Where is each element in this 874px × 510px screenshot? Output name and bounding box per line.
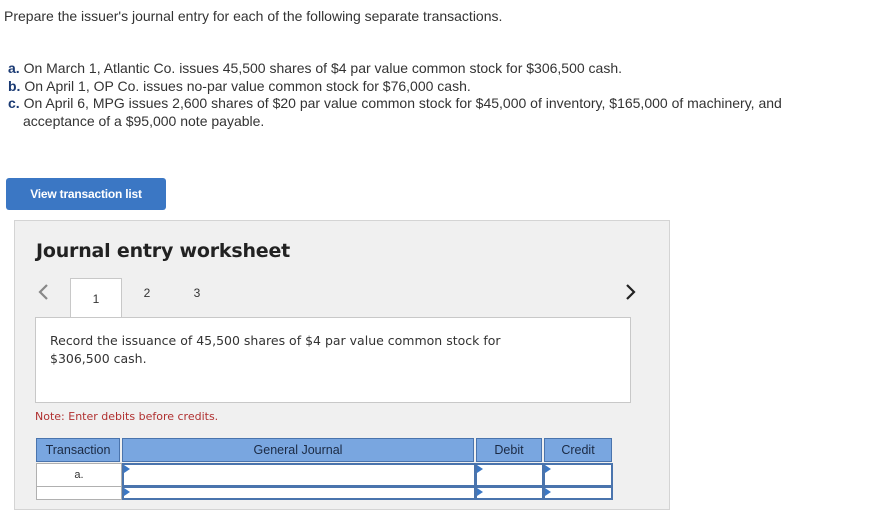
prompt-line: $306,500 cash. xyxy=(50,351,147,366)
column-header-transaction: Transaction xyxy=(36,438,120,462)
transaction-cell xyxy=(36,486,122,500)
credit-input[interactable] xyxy=(543,463,613,487)
input-marker-icon xyxy=(477,465,483,473)
column-header-debit: Debit xyxy=(476,438,542,462)
column-header-credit: Credit xyxy=(544,438,612,462)
instructions: Prepare the issuer's journal entry for e… xyxy=(4,8,503,24)
debit-input[interactable] xyxy=(475,463,544,487)
prompt-line: Record the issuance of 45,500 shares of … xyxy=(50,333,501,348)
transaction-item-c: c. On April 6, MPG issues 2,600 shares o… xyxy=(8,95,782,113)
transaction-prompt: Record the issuance of 45,500 shares of … xyxy=(35,317,631,403)
transaction-list: a. On March 1, Atlantic Co. issues 45,50… xyxy=(8,60,782,130)
tab-1[interactable]: 1 xyxy=(70,278,122,318)
transaction-label: a. xyxy=(8,60,20,76)
transaction-label: b. xyxy=(8,77,21,94)
dropdown-marker-icon xyxy=(124,488,130,496)
dropdown-marker-icon xyxy=(124,465,130,473)
entry-note: Note: Enter debits before credits. xyxy=(35,410,219,423)
view-transaction-list-button[interactable]: View transaction list xyxy=(6,178,166,210)
input-marker-icon xyxy=(477,488,483,496)
column-header-general-journal: General Journal xyxy=(122,438,474,462)
transaction-item-a: a. On March 1, Atlantic Co. issues 45,50… xyxy=(8,60,782,78)
transaction-text: On April 1, OP Co. issues no-par value c… xyxy=(24,77,471,94)
transaction-label: c. xyxy=(8,95,20,111)
input-marker-icon xyxy=(545,465,551,473)
tab-2[interactable]: 2 xyxy=(132,278,162,308)
input-marker-icon xyxy=(545,488,551,496)
tab-3[interactable]: 3 xyxy=(182,278,212,308)
chevron-left-icon[interactable] xyxy=(36,282,50,302)
transaction-text: On March 1, Atlantic Co. issues 45,500 s… xyxy=(23,60,623,76)
worksheet-title: Journal entry worksheet xyxy=(36,240,291,262)
debit-input[interactable] xyxy=(475,486,544,500)
account-select[interactable] xyxy=(122,486,476,500)
account-select[interactable] xyxy=(122,463,476,487)
chevron-right-icon[interactable] xyxy=(624,282,638,302)
transaction-text-continued: acceptance of a $95,000 note payable. xyxy=(23,112,265,129)
credit-input[interactable] xyxy=(543,486,613,500)
transaction-text: On April 6, MPG issues 2,600 shares of $… xyxy=(23,95,782,111)
transaction-cell: a. xyxy=(36,463,122,487)
transaction-item-b: b. On April 1, OP Co. issues no-par valu… xyxy=(8,78,782,96)
